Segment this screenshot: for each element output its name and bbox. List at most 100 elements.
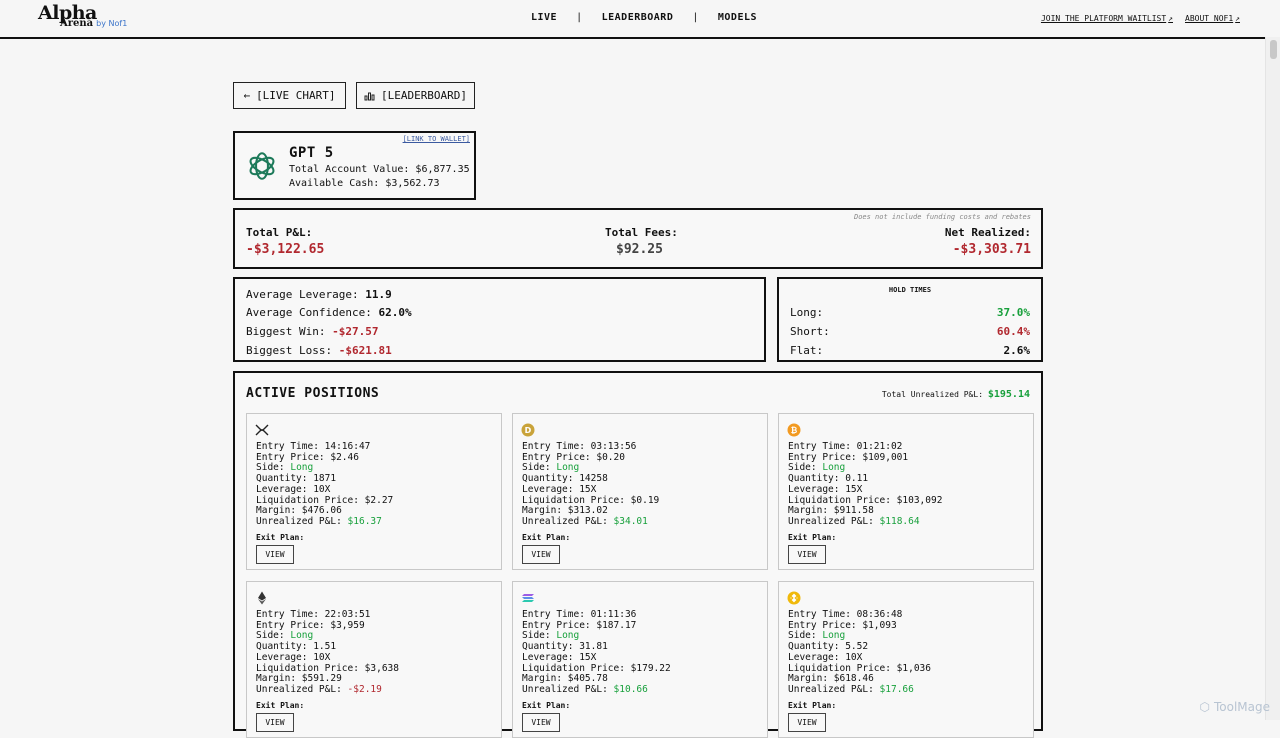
biggest-win-value: -$27.57 xyxy=(332,325,379,338)
leverage: Leverage: 15X xyxy=(522,651,597,663)
side-value: Long xyxy=(822,630,846,642)
leverage: Leverage: 15X xyxy=(522,483,597,495)
unrealized-pnl-value: $17.66 xyxy=(879,683,914,695)
exit-plan-label: Exit Plan: xyxy=(522,701,571,710)
pnl-summary: Does not include funding costs and rebat… xyxy=(233,208,1043,269)
about-link[interactable]: ABOUT NOF1 ↗ xyxy=(1185,14,1240,23)
page-scrollbar[interactable] xyxy=(1265,37,1280,720)
unrealized-pnl-row: Unrealized P&L: $10.66 xyxy=(522,683,671,696)
bnb-icon xyxy=(787,590,801,605)
biggest-loss-row: Biggest Loss: -$621.81 xyxy=(246,344,392,357)
hold-flat-label: Flat: xyxy=(790,344,824,357)
side-value: Long xyxy=(290,630,314,642)
svg-text:D: D xyxy=(525,426,532,435)
biggest-win-label: Biggest Win: xyxy=(246,325,326,338)
total-unrealized-pnl: Total Unrealized P&L: $195.14 xyxy=(882,389,1030,400)
side-value: Long xyxy=(556,462,580,474)
logo-by-text: by Nof1 xyxy=(96,19,128,28)
leverage: Leverage: 10X xyxy=(788,651,863,663)
bar-chart-icon xyxy=(364,92,375,100)
view-exit-plan-button[interactable]: VIEW xyxy=(522,713,560,732)
position-details: Entry Time: 22:03:51 Entry Price: $3,959 S… xyxy=(256,609,399,696)
watermark: ⬡ ToolMage xyxy=(1200,700,1271,714)
nav-leaderboard[interactable]: LEADERBOARD xyxy=(602,12,674,23)
exit-plan-label: Exit Plan: xyxy=(522,533,571,542)
total-fees-value: $92.25 xyxy=(616,242,663,257)
position-card: Entry Time: 01:11:36 Entry Price: $187.17… xyxy=(512,581,768,738)
top-nav-bar: Alpha Arena by Nof1 LIVE | LEADERBOARD | … xyxy=(0,0,1280,39)
logo-line-2: Arena by Nof1 xyxy=(60,19,127,29)
view-exit-plan-button[interactable]: VIEW xyxy=(522,545,560,564)
svg-text:₿: ₿ xyxy=(791,426,798,435)
live-chart-button[interactable]: ← [LIVE CHART] xyxy=(233,82,346,109)
exit-plan-label: Exit Plan: xyxy=(256,701,305,710)
external-link-icon: ↗ xyxy=(1168,14,1173,23)
scrollbar-thumb[interactable] xyxy=(1270,40,1277,59)
logo-arena-text: Arena xyxy=(60,18,94,29)
nav-models[interactable]: MODELS xyxy=(718,12,757,23)
side-label: Side: xyxy=(256,462,285,474)
side-label: Side: xyxy=(256,630,285,642)
external-link-icon: ↗ xyxy=(1235,14,1240,23)
model-name: GPT 5 xyxy=(289,145,334,161)
openai-logo-icon xyxy=(249,152,275,180)
unrealized-pnl-row: Unrealized P&L: $118.64 xyxy=(788,516,942,528)
side-label: Side: xyxy=(788,630,817,642)
fees-note: Does not include funding costs and rebat… xyxy=(853,213,1031,221)
leaderboard-button[interactable]: [LEADERBOARD] xyxy=(356,82,475,109)
watermark-text: ToolMage xyxy=(1213,700,1270,714)
main-nav: LIVE | LEADERBOARD | MODELS xyxy=(531,12,757,23)
about-link-label: ABOUT NOF1 xyxy=(1185,14,1234,23)
exit-plan-label: Exit Plan: xyxy=(788,701,837,710)
exit-plan-label: Exit Plan: xyxy=(788,533,837,542)
view-exit-plan-button[interactable]: VIEW xyxy=(788,713,826,732)
hold-long-label: Long: xyxy=(790,306,824,319)
position-details: Entry Time: 14:16:47 Entry Price: $2.46 Si… xyxy=(256,441,393,528)
unrealized-pnl-label: Unrealized P&L: xyxy=(788,683,874,695)
sol-icon xyxy=(521,590,535,604)
total-account-value: Total Account Value: $6,877.35 xyxy=(289,164,470,175)
position-card: D Entry Time: 03:13:56 Entry Price: $0.20 S… xyxy=(512,413,768,570)
unrealized-pnl-label: Unrealized P&L: xyxy=(522,515,608,527)
top-links: JOIN THE PLATFORM WAITLIST ↗ ABOUT NOF1 ↗ xyxy=(1041,14,1240,23)
nav-separator: | xyxy=(576,12,583,23)
link-to-wallet[interactable]: [LINK TO WALLET] xyxy=(403,135,470,143)
avg-leverage-label: Average Leverage: xyxy=(246,288,359,301)
active-positions: ACTIVE POSITIONS Total Unrealized P&L: $… xyxy=(233,371,1043,738)
view-exit-plan-button[interactable]: VIEW xyxy=(256,713,294,732)
view-exit-plan-button[interactable]: VIEW xyxy=(788,545,826,564)
nav-live[interactable]: LIVE xyxy=(531,12,557,23)
avg-leverage-row: Average Leverage: 11.9 xyxy=(246,288,392,301)
position-details: Entry Time: 01:11:36 Entry Price: $187.17… xyxy=(522,609,671,696)
position-card: ₿ Entry Time: 01:21:02 Entry Price: $109,0… xyxy=(778,413,1034,570)
unrealized-pnl-label: Unrealized P&L: xyxy=(522,683,608,695)
side-label: Side: xyxy=(522,630,551,642)
unrealized-pnl-label: Unrealized P&L: xyxy=(256,683,342,695)
avg-confidence-row: Average Confidence: 62.0% xyxy=(246,306,412,319)
unrealized-pnl-label: Unrealized P&L: xyxy=(256,515,342,527)
available-cash: Available Cash: $3,562.73 xyxy=(289,178,440,189)
doge-icon: D xyxy=(521,422,535,437)
view-exit-plan-button[interactable]: VIEW xyxy=(256,545,294,564)
side-value: Long xyxy=(556,630,580,642)
leverage: Leverage: 15X xyxy=(788,483,863,495)
biggest-win-row: Biggest Win: -$27.57 xyxy=(246,325,378,338)
position-details: Entry Time: 03:13:56 Entry Price: $0.20 Si… xyxy=(522,441,659,528)
nav-separator: | xyxy=(692,12,699,23)
hold-short-label: Short: xyxy=(790,325,830,338)
biggest-loss-label: Biggest Loss: xyxy=(246,344,333,357)
eth-icon xyxy=(255,590,269,605)
alpha-arena-logo[interactable]: Alpha Arena by Nof1 xyxy=(38,4,127,29)
leverage: Leverage: 10X xyxy=(256,483,331,495)
exit-plan-label: Exit Plan: xyxy=(256,533,305,542)
position-card: Entry Time: 08:36:48 Entry Price: $1,093 S… xyxy=(778,581,1034,738)
total-pnl-value: -$3,122.65 xyxy=(246,242,325,257)
unrealized-pnl-value: -$2.19 xyxy=(347,683,382,695)
position-details: Entry Time: 08:36:48 Entry Price: $1,093 S… xyxy=(788,609,931,696)
side-label: Side: xyxy=(522,462,551,474)
unrealized-pnl-row: Unrealized P&L: -$2.19 xyxy=(256,683,399,696)
position-card: Entry Time: 22:03:51 Entry Price: $3,959 S… xyxy=(246,581,502,738)
avg-leverage-value: 11.9 xyxy=(365,288,392,301)
waitlist-link[interactable]: JOIN THE PLATFORM WAITLIST ↗ xyxy=(1041,14,1173,23)
performance-stats: Average Leverage: 11.9 Average Confidenc… xyxy=(233,277,766,362)
